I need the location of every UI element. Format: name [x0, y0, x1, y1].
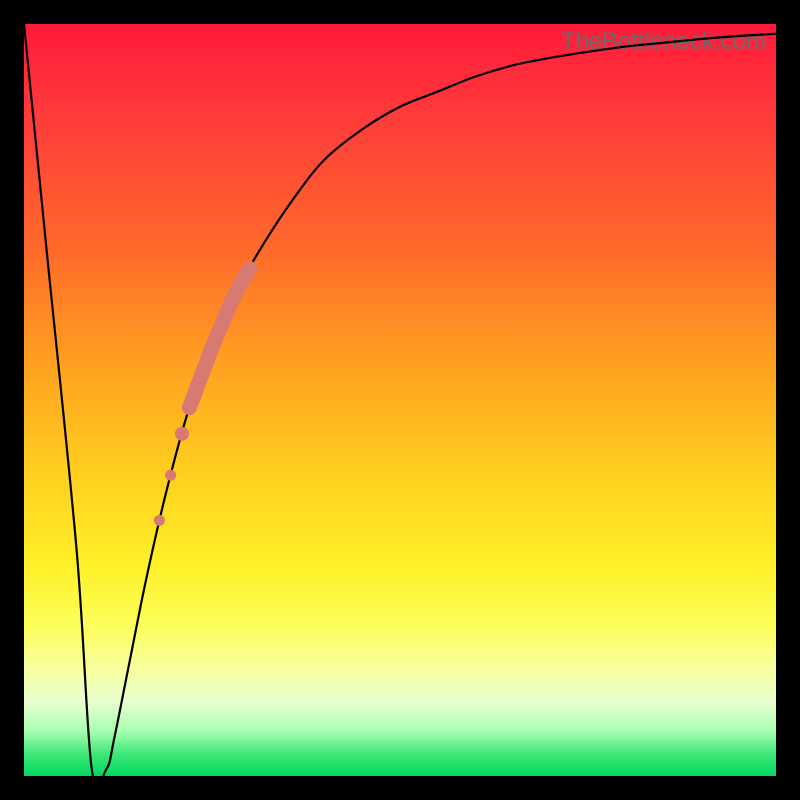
marker-dot: [175, 427, 189, 441]
plot-area: TheBottleneck.com: [24, 24, 776, 776]
marker-dots-group: [154, 427, 189, 526]
bottleneck-curve-path: [24, 24, 776, 776]
chart-svg: [24, 24, 776, 776]
frame: TheBottleneck.com: [0, 0, 800, 800]
marker-thick-segment: [189, 268, 249, 407]
marker-dot: [154, 515, 165, 526]
marker-dot: [165, 470, 176, 481]
